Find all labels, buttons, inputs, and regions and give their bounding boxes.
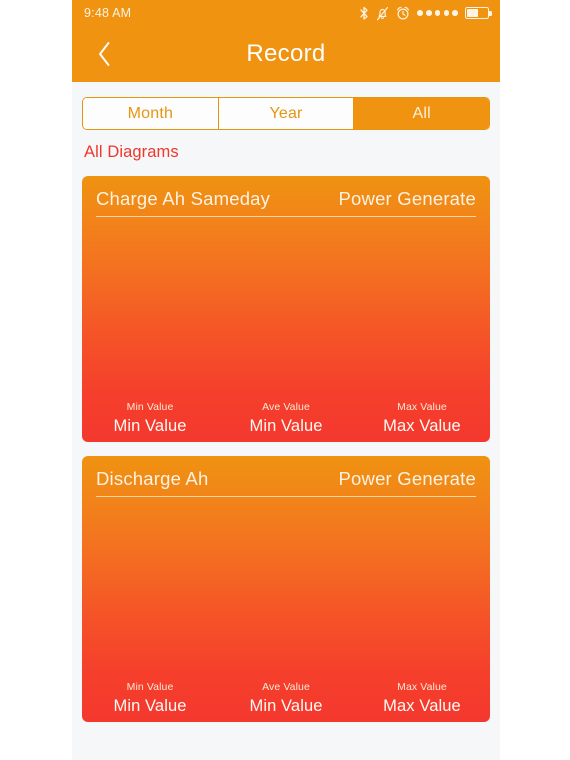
stat-label: Min Value: [126, 681, 174, 694]
stat-max: Max Value Max Value: [354, 402, 490, 435]
content-area: Month Year All All Diagrams Charge Ah Sa…: [72, 97, 500, 760]
card-subtitle: Power Generate: [338, 188, 476, 209]
card-stats: Min Value Min Value Ave Value Min Value …: [82, 682, 490, 715]
card-divider: [96, 216, 476, 218]
card-header: Discharge Ah Power Generate: [82, 456, 490, 490]
stat-value: Min Value: [113, 696, 187, 715]
back-button[interactable]: [78, 26, 130, 82]
stat-min: Min Value Min Value: [82, 682, 218, 715]
card-divider: [96, 496, 476, 498]
section-title: All Diagrams: [84, 143, 179, 161]
stat-value: Min Value: [249, 696, 323, 715]
stat-value: Max Value: [383, 416, 461, 435]
alarm-clock-icon: [396, 6, 410, 21]
signal-dots-icon: [417, 10, 458, 16]
card-subtitle: Power Generate: [338, 468, 476, 489]
stat-max: Max Value Max Value: [354, 682, 490, 715]
stat-label: Max Value: [397, 401, 447, 414]
segment-all[interactable]: All: [354, 98, 489, 129]
stat-min: Min Value Min Value: [82, 402, 218, 435]
chart-plot-area: [96, 508, 476, 674]
app-viewport: 9:48 AM Record Month Year All All Diagra…: [72, 0, 500, 760]
chart-plot-area: [96, 228, 476, 394]
period-segmented-control[interactable]: Month Year All: [82, 97, 490, 130]
stat-label: Ave Value: [262, 401, 310, 414]
diagram-card-discharge-ah[interactable]: Discharge Ah Power Generate Min Value Mi…: [82, 456, 490, 722]
stat-ave: Ave Value Min Value: [218, 682, 354, 715]
card-title: Charge Ah Sameday: [96, 188, 271, 209]
chevron-left-icon: [97, 41, 112, 67]
stat-label: Max Value: [397, 681, 447, 694]
diagram-card-charge-ah-sameday[interactable]: Charge Ah Sameday Power Generate Min Val…: [82, 176, 490, 442]
nav-bar: Record: [72, 26, 500, 82]
bluetooth-icon: [359, 6, 369, 21]
card-title: Discharge Ah: [96, 468, 209, 489]
card-stats: Min Value Min Value Ave Value Min Value …: [82, 402, 490, 435]
stat-ave: Ave Value Min Value: [218, 402, 354, 435]
segment-year[interactable]: Year: [218, 98, 355, 129]
battery-icon: [465, 7, 492, 19]
bell-muted-icon: [376, 6, 389, 21]
segment-month[interactable]: Month: [83, 98, 219, 129]
status-bar: 9:48 AM: [72, 0, 500, 26]
stat-value: Max Value: [383, 696, 461, 715]
stat-value: Min Value: [249, 416, 323, 435]
stat-label: Min Value: [126, 401, 174, 414]
stat-value: Min Value: [113, 416, 187, 435]
battery-fill: [467, 9, 478, 17]
status-icons: [359, 6, 492, 21]
stat-label: Ave Value: [262, 681, 310, 694]
status-time: 9:48 AM: [84, 5, 132, 20]
card-header: Charge Ah Sameday Power Generate: [82, 176, 490, 210]
page-title: Record: [246, 40, 326, 67]
